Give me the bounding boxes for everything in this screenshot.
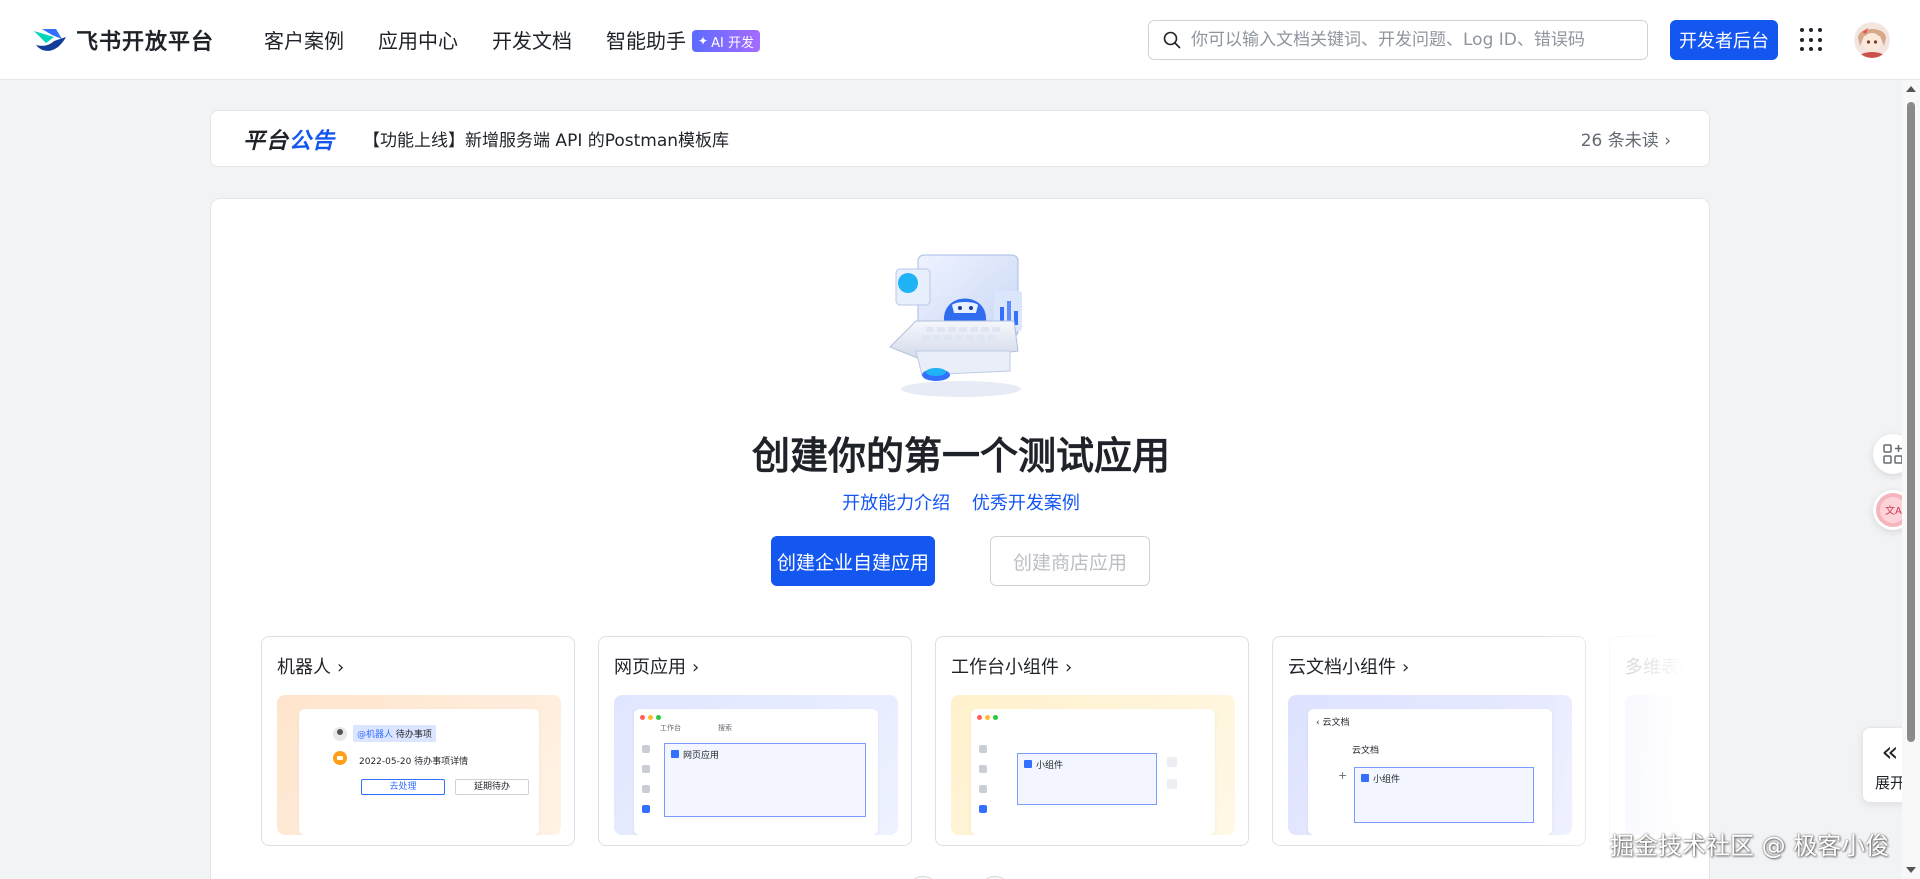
web-app-preview: 工作台 搜索 网页应用 (614, 695, 898, 835)
app-type-card-docs-widget[interactable]: 云文档小组件 › ‹ 云文档 云文档 + 小组件 (1272, 636, 1586, 846)
bot-tag-title: 待办事项 (395, 730, 432, 740)
app-type-title: 机器人 › (277, 653, 344, 679)
unread-count: 26 条未读 (1580, 131, 1659, 151)
widget-label: 小组件 (1036, 761, 1064, 771)
bot-tag: @机器人 (357, 730, 394, 740)
feishu-logo-icon (34, 28, 66, 51)
app-type-card-web-app[interactable]: 网页应用 › 工作台 搜索 网页应用 (598, 636, 912, 846)
web-app-label: 网页应用 (683, 751, 720, 761)
announcement-title-part1: 平台 (243, 128, 290, 154)
app-type-card-base[interactable]: 多维表格 (1609, 636, 1709, 846)
docs-widget-frame: 小组件 (1354, 767, 1534, 823)
top-header: 飞书开放平台 客户案例 应用中心 开发文档 智能助手✦AI 开发 开发者后台 (0, 0, 1920, 80)
workplace-widget-preview: 小组件 (951, 695, 1235, 835)
nav-ai-assistant[interactable]: 智能助手 ✦ AI 开发 (606, 25, 760, 54)
double-chevron-left-icon: « (1881, 734, 1899, 768)
app-type-title: 云文档小组件 › (1288, 653, 1409, 679)
scroll-thumb[interactable] (1907, 102, 1915, 742)
main-title: 创建你的第一个测试应用 (751, 434, 1170, 478)
scroll-up-arrow-icon[interactable] (1906, 86, 1916, 92)
app-type-card-workplace-widget[interactable]: 工作台小组件 › 小组件 (935, 636, 1249, 846)
announcement-bar: 平台公告 【功能上线】新增服务端 API 的Postman模板库 26 条未读 … (210, 110, 1710, 167)
computer-robot-illustration (889, 254, 1022, 397)
main-nav: 客户案例 应用中心 开发文档 智能助手 ✦ AI 开发 (264, 25, 794, 54)
watermark: 掘金技术社区 @ 极客小俊 (1610, 832, 1890, 860)
apps-add-icon (1883, 444, 1903, 464)
expand-label: 展开 (1874, 773, 1905, 792)
docs-title: 云文档 (1352, 746, 1380, 756)
app-type-label: 机器人 (277, 657, 331, 678)
workplace-widget-preview-window: 小组件 (971, 709, 1215, 835)
todo-postpone-button: 延期待办 (455, 779, 529, 795)
app-type-cards: 机器人 › @机器人 待办事项 2022-05-20 待办事项详情 去处理 延期待… (261, 636, 1709, 851)
announcement-link[interactable]: 【功能上线】新增服务端 API 的Postman模板库 (363, 126, 729, 151)
scroll-down-arrow-icon[interactable] (1906, 867, 1916, 873)
widget-frame: 小组件 (1017, 753, 1157, 805)
app-type-card-bot[interactable]: 机器人 › @机器人 待办事项 2022-05-20 待办事项详情 去处理 延期待… (261, 636, 575, 846)
chevron-right-icon: › (337, 657, 345, 678)
todo-handle-button: 去处理 (361, 779, 445, 795)
base-preview (1625, 695, 1709, 835)
chevron-right-icon: › (1664, 131, 1671, 151)
dev-cases-link[interactable]: 优秀开发案例 (972, 493, 1080, 514)
app-type-title: 工作台小组件 › (951, 653, 1072, 679)
dev-console-button[interactable]: 开发者后台 (1670, 20, 1778, 60)
tab-search: 搜索 (718, 724, 732, 732)
bot-preview-window: @机器人 待办事项 2022-05-20 待办事项详情 去处理 延期待办 (299, 709, 539, 835)
app-type-title: 网页应用 › (614, 653, 699, 679)
announcement-title: 平台公告 (243, 123, 335, 155)
announcement-title-part2: 公告 (289, 128, 336, 154)
search-input[interactable] (1191, 30, 1631, 50)
ai-dev-badge: ✦ AI 开发 (692, 30, 760, 52)
user-avatar-icon (333, 727, 347, 741)
web-app-preview-window: 工作台 搜索 网页应用 (634, 709, 878, 835)
svg-text:文A: 文A (1885, 504, 1902, 517)
user-avatar[interactable] (1854, 22, 1890, 58)
docs-widget-preview: ‹ 云文档 云文档 + 小组件 (1288, 695, 1572, 835)
ai-badge-label: AI 开发 (711, 35, 754, 51)
create-app-card: 创建你的第一个测试应用 开放能力介绍 优秀开发案例 创建企业自建应用 创建商店应… (210, 198, 1710, 879)
sparkle-icon: ✦ (698, 34, 709, 48)
app-type-label: 多维表格 (1625, 657, 1697, 678)
chevron-right-icon: › (1065, 657, 1073, 678)
search-icon (1163, 31, 1181, 49)
app-type-label: 云文档小组件 (1288, 657, 1396, 678)
nav-app-center[interactable]: 应用中心 (378, 25, 458, 54)
nav-dev-docs[interactable]: 开发文档 (492, 25, 572, 54)
todo-line: 2022-05-20 待办事项详情 (359, 757, 469, 767)
unread-count-link[interactable]: 26 条未读 › (1581, 126, 1671, 151)
chevron-left-icon: ‹ (1316, 718, 1320, 728)
docs-widget-preview-window: ‹ 云文档 云文档 + 小组件 (1308, 709, 1552, 835)
tab-workspace: 工作台 (660, 724, 681, 732)
create-store-app-button[interactable]: 创建商店应用 (990, 536, 1150, 586)
page-scrollbar[interactable] (1902, 80, 1920, 879)
avatar-image (1854, 22, 1890, 58)
search-box[interactable] (1148, 20, 1648, 60)
app-type-label: 工作台小组件 (951, 657, 1059, 678)
nav-ai-assistant-label: 智能助手 (606, 29, 687, 53)
create-enterprise-app-button[interactable]: 创建企业自建应用 (771, 536, 935, 586)
plus-icon: + (1338, 769, 1348, 782)
app-type-title: 多维表格 (1625, 653, 1697, 679)
chevron-right-icon: › (692, 657, 700, 678)
bot-icon (333, 751, 347, 765)
bot-preview: @机器人 待办事项 2022-05-20 待办事项详情 去处理 延期待办 (277, 695, 561, 835)
intro-links: 开放能力介绍 优秀开发案例 (211, 489, 1709, 515)
capability-intro-link[interactable]: 开放能力介绍 (842, 493, 950, 514)
logo-text: 飞书开放平台 (76, 29, 215, 55)
docs-header: 云文档 (1322, 718, 1350, 728)
docs-widget-label: 小组件 (1373, 775, 1401, 785)
app-type-label: 网页应用 (614, 657, 686, 678)
web-app-frame: 网页应用 (664, 743, 866, 817)
nav-customer-cases[interactable]: 客户案例 (264, 25, 344, 54)
logo[interactable]: 飞书开放平台 (32, 24, 214, 56)
apps-grid-icon[interactable] (1800, 28, 1824, 52)
chevron-right-icon: › (1402, 657, 1410, 678)
